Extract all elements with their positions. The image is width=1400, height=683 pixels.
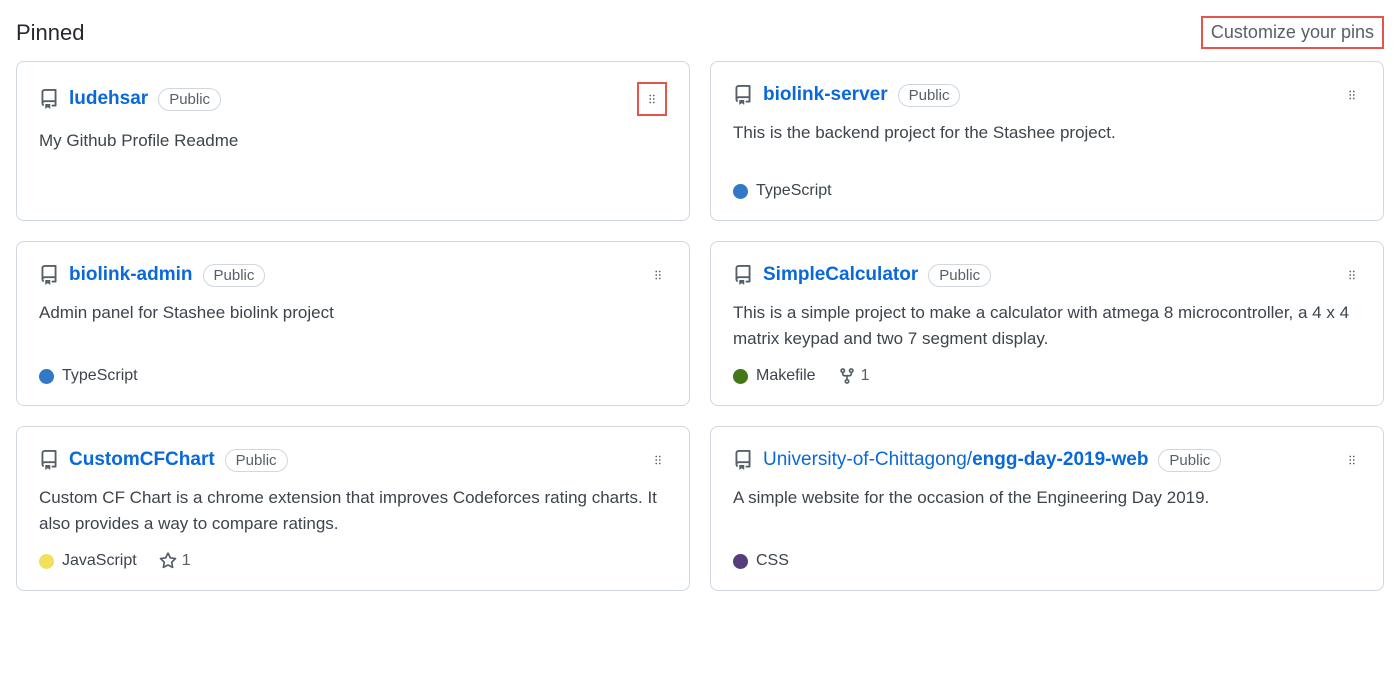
pinned-repo-card: CustomCFChart Public Custom CF Chart is a … — [16, 426, 690, 591]
language-name: Makefile — [756, 367, 816, 385]
language-color-dot — [733, 184, 748, 199]
drag-handle-icon[interactable] — [1343, 447, 1361, 473]
repo-icon — [39, 89, 59, 109]
repo-icon — [733, 85, 753, 105]
visibility-badge: Public — [225, 449, 288, 472]
repo-link[interactable]: University-of-Chittagong/engg-day-2019-w… — [763, 449, 1148, 471]
repo-description: Custom CF Chart is a chrome extension th… — [39, 485, 667, 536]
drag-handle-icon[interactable] — [649, 262, 667, 288]
repo-link[interactable]: CustomCFChart — [69, 449, 215, 471]
drag-handle-icon[interactable] — [649, 447, 667, 473]
language-color-dot — [733, 369, 748, 384]
drag-handle-icon[interactable] — [643, 86, 661, 112]
repo-icon — [733, 450, 753, 470]
language-indicator: TypeScript — [39, 367, 138, 385]
stars-count[interactable]: 1 — [159, 552, 191, 570]
language-name: TypeScript — [62, 367, 138, 385]
repo-link[interactable]: ludehsar — [69, 88, 148, 110]
pinned-heading: Pinned — [16, 20, 85, 46]
customize-pins-link[interactable]: Customize your pins — [1201, 16, 1384, 49]
repo-icon — [39, 265, 59, 285]
drag-handle-icon[interactable] — [1343, 82, 1361, 108]
visibility-badge: Public — [898, 84, 961, 107]
language-color-dot — [733, 554, 748, 569]
repo-description: This is the backend project for the Stas… — [733, 120, 1361, 146]
repo-description: Admin panel for Stashee biolink project — [39, 300, 667, 326]
pinned-repo-card: SimpleCalculator Public This is a simple p… — [710, 241, 1384, 406]
language-indicator: TypeScript — [733, 182, 832, 200]
visibility-badge: Public — [158, 88, 221, 111]
language-indicator: CSS — [733, 552, 789, 570]
repo-link[interactable]: SimpleCalculator — [763, 264, 918, 286]
visibility-badge: Public — [1158, 449, 1221, 472]
repo-description: This is a simple project to make a calcu… — [733, 300, 1361, 351]
language-name: TypeScript — [756, 182, 832, 200]
repo-link[interactable]: biolink-admin — [69, 264, 193, 286]
repo-description: My Github Profile Readme — [39, 128, 667, 154]
visibility-badge: Public — [203, 264, 266, 287]
repo-icon — [39, 450, 59, 470]
pinned-repo-card: biolink-admin Public Admin panel for Stash… — [16, 241, 690, 406]
repo-icon — [733, 265, 753, 285]
language-name: CSS — [756, 552, 789, 570]
language-indicator: JavaScript — [39, 552, 137, 570]
visibility-badge: Public — [928, 264, 991, 287]
forks-count[interactable]: 1 — [838, 367, 870, 385]
language-color-dot — [39, 369, 54, 384]
language-name: JavaScript — [62, 552, 137, 570]
pinned-repo-card: University-of-Chittagong/engg-day-2019-w… — [710, 426, 1384, 591]
language-color-dot — [39, 554, 54, 569]
language-indicator: Makefile — [733, 367, 816, 385]
repo-owner-prefix: University-of-Chittagong/ — [763, 449, 972, 470]
repo-description: A simple website for the occasion of the… — [733, 485, 1361, 511]
drag-handle-icon[interactable] — [1343, 262, 1361, 288]
pinned-repo-card: ludehsar Public My Github Profile Readme — [16, 61, 690, 221]
pinned-repo-card: biolink-server Public This is the backend … — [710, 61, 1384, 221]
repo-link[interactable]: biolink-server — [763, 84, 888, 106]
